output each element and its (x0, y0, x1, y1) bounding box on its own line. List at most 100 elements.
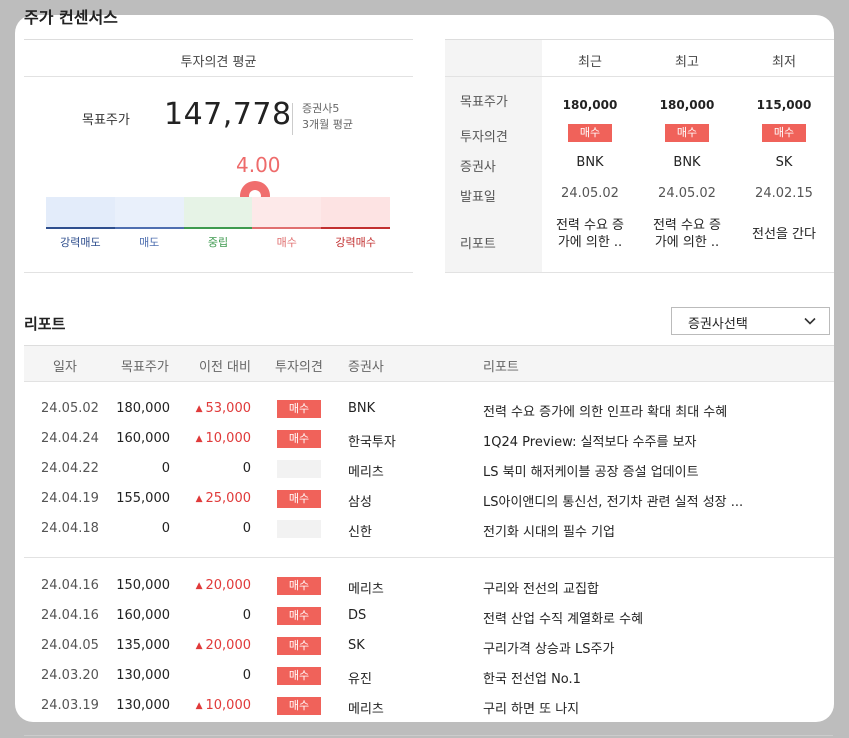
row-opinion-badge (277, 520, 321, 538)
row-target-price: 0 (161, 521, 170, 536)
gauge-label-buy: 매수 (276, 236, 297, 249)
broker-select[interactable]: 증권사선택 (671, 307, 830, 335)
row-report-link[interactable]: LS 북미 해저케이블 공장 증설 업데이트 (483, 461, 783, 480)
row-date: 24.04.19 (41, 491, 99, 506)
row-date: 24.04.22 (41, 461, 99, 476)
period-label: 3개월 평균 (302, 118, 353, 131)
reports-title: 리포트 (24, 315, 66, 333)
header-diff: 이전 대비 (199, 360, 251, 375)
triangle-up-icon: ▲ (195, 581, 203, 591)
header-opinion: 투자의견 (275, 360, 323, 375)
high-broker: BNK (673, 155, 701, 170)
column-high: 최고 (675, 55, 699, 70)
row-opinion-badge: 매수 (277, 577, 321, 595)
high-opinion-badge: 매수 (665, 124, 709, 142)
recent-target-price: 180,000 (562, 98, 618, 112)
gauge-segment-neutral (183, 197, 253, 229)
low-report-line1: 전선을 간다 (752, 227, 816, 242)
row-opinion-badge (277, 460, 321, 478)
row-report-link[interactable]: 전력 산업 수직 계열화로 수혜 (483, 608, 783, 627)
opinion-score: 4.00 (236, 153, 281, 177)
high-target-price: 180,000 (659, 98, 715, 112)
high-report-line1: 전력 수요 증 (652, 218, 722, 233)
row-diff-value: 0 (242, 668, 251, 683)
row-diff: ▲ 20,000 (184, 578, 251, 593)
row-diff-value: 10,000 (205, 698, 252, 713)
table-row[interactable]: 24.05.02 180,000 ▲ 53,000 매수 BNK 전력 수요 증가에 의한 … (24, 395, 834, 425)
row-target-price: 150,000 (116, 578, 170, 593)
recent-report-line1: 전력 수요 증 (555, 218, 625, 233)
row-report-link[interactable]: 전력 수요 증가에 의한 인프라 확대 최대 수혜 (483, 401, 783, 420)
gauge-label-strong-sell: 강력매도 (60, 236, 101, 249)
row-broker: 메리츠 (348, 702, 384, 717)
table-row[interactable]: 24.04.16 160,000 0 매수 DS 전력 산업 수직 계열화로 수혜 (24, 602, 834, 632)
row-diff: 0 (184, 521, 251, 536)
row-broker: BNK (348, 401, 376, 416)
row-broker: 삼성 (348, 495, 372, 510)
row-report-link[interactable]: 한국 전선업 No.1 (483, 668, 783, 687)
row-report-link[interactable]: 구리 하면 또 나지 (483, 698, 783, 717)
table-row[interactable]: 24.04.18 0 0 신한 전기화 시대의 필수 기업 (24, 515, 834, 545)
row-label-date: 발표일 (460, 190, 496, 205)
row-report-link[interactable]: 구리와 전선의 교집합 (483, 578, 783, 597)
row-target-price: 130,000 (116, 668, 170, 683)
triangle-up-icon: ▲ (195, 701, 203, 711)
row-broker: SK (348, 638, 365, 653)
row-diff-value: 53,000 (205, 401, 252, 416)
section-title: 주가 컨센서스 (24, 8, 118, 27)
row-diff: 0 (184, 461, 251, 476)
row-diff-value: 20,000 (205, 578, 252, 593)
table-row[interactable]: 24.04.05 135,000 ▲ 20,000 매수 SK 구리가격 상승과 LS주가 (24, 632, 834, 662)
row-label-report: 리포트 (460, 237, 496, 252)
high-report-link[interactable]: 전력 수요 증 가에 의한 .. (640, 217, 734, 251)
gauge-segment-buy (252, 197, 322, 229)
row-report-link[interactable]: 1Q24 Preview: 실적보다 수주를 보자 (483, 431, 783, 450)
target-price-meta: 증권사5 3개월 평균 (302, 101, 353, 133)
row-date: 24.04.18 (41, 521, 99, 536)
triangle-up-icon: ▲ (195, 494, 203, 504)
recent-opinion-badge: 매수 (568, 124, 612, 142)
row-label-opinion: 투자의견 (460, 130, 508, 145)
row-opinion-badge: 매수 (277, 400, 321, 418)
broker-summary-panel: 최근 최고 최저 목표주가 투자의견 증권사 발표일 리포트 180,000 매… (445, 39, 834, 273)
gauge-label-sell: 매도 (139, 236, 160, 249)
column-recent: 최근 (578, 55, 602, 70)
row-opinion-badge: 매수 (277, 637, 321, 655)
row-target-price: 130,000 (116, 698, 170, 713)
low-report-link[interactable]: 전선을 간다 (737, 226, 831, 243)
row-date: 24.03.20 (41, 668, 99, 683)
header-broker: 증권사 (348, 360, 384, 375)
header-date: 일자 (53, 360, 77, 375)
row-diff: 0 (184, 608, 251, 623)
row-broker: 한국투자 (348, 435, 396, 450)
table-row[interactable]: 24.03.19 130,000 ▲ 10,000 매수 메리츠 구리 하면 또 나지 (24, 692, 834, 722)
row-diff-value: 0 (242, 521, 251, 536)
high-report-line2: 가에 의한 .. (654, 235, 720, 250)
row-opinion-badge: 매수 (277, 490, 321, 508)
table-row[interactable]: 24.04.22 0 0 메리츠 LS 북미 해저케이블 공장 증설 업데이트 (24, 455, 834, 485)
row-report-link[interactable]: LS아이앤디의 통신선, 전기차 관련 실적 성장 ... (483, 491, 783, 510)
row-target-price: 160,000 (116, 608, 170, 623)
broker-count: 증권사5 (302, 102, 340, 115)
target-price-value: 147,778 (164, 97, 292, 132)
recent-report-link[interactable]: 전력 수요 증 가에 의한 .. (543, 217, 637, 251)
row-label-broker: 증권사 (460, 160, 496, 175)
row-diff: ▲ 53,000 (184, 401, 251, 416)
row-target-price: 180,000 (116, 401, 170, 416)
row-broker: 메리츠 (348, 582, 384, 597)
row-broker: 신한 (348, 525, 372, 540)
table-row[interactable]: 24.04.16 150,000 ▲ 20,000 매수 메리츠 구리와 전선의 교집합 (24, 572, 834, 602)
row-date: 24.04.16 (41, 578, 99, 593)
table-row[interactable]: 24.03.20 130,000 0 매수 유진 한국 전선업 No.1 (24, 662, 834, 692)
row-opinion-badge: 매수 (277, 607, 321, 625)
row-report-link[interactable]: 구리가격 상승과 LS주가 (483, 638, 783, 657)
table-row[interactable]: 24.04.19 155,000 ▲ 25,000 매수 삼성 LS아이앤디의 통신선, 전… (24, 485, 834, 515)
gauge-segment-strong-sell (46, 197, 115, 229)
table-row[interactable]: 24.04.24 160,000 ▲ 10,000 매수 한국투자 1Q24 Preview… (24, 425, 834, 455)
row-report-link[interactable]: 전기화 시대의 필수 기업 (483, 521, 783, 540)
triangle-up-icon: ▲ (195, 404, 203, 414)
row-opinion-badge: 매수 (277, 430, 321, 448)
opinion-average-panel: 투자의견 평균 목표주가 147,778 증권사5 3개월 평균 4.00 강력… (24, 39, 413, 289)
header-report: 리포트 (483, 360, 519, 375)
recent-report-line2: 가에 의한 .. (557, 235, 623, 250)
